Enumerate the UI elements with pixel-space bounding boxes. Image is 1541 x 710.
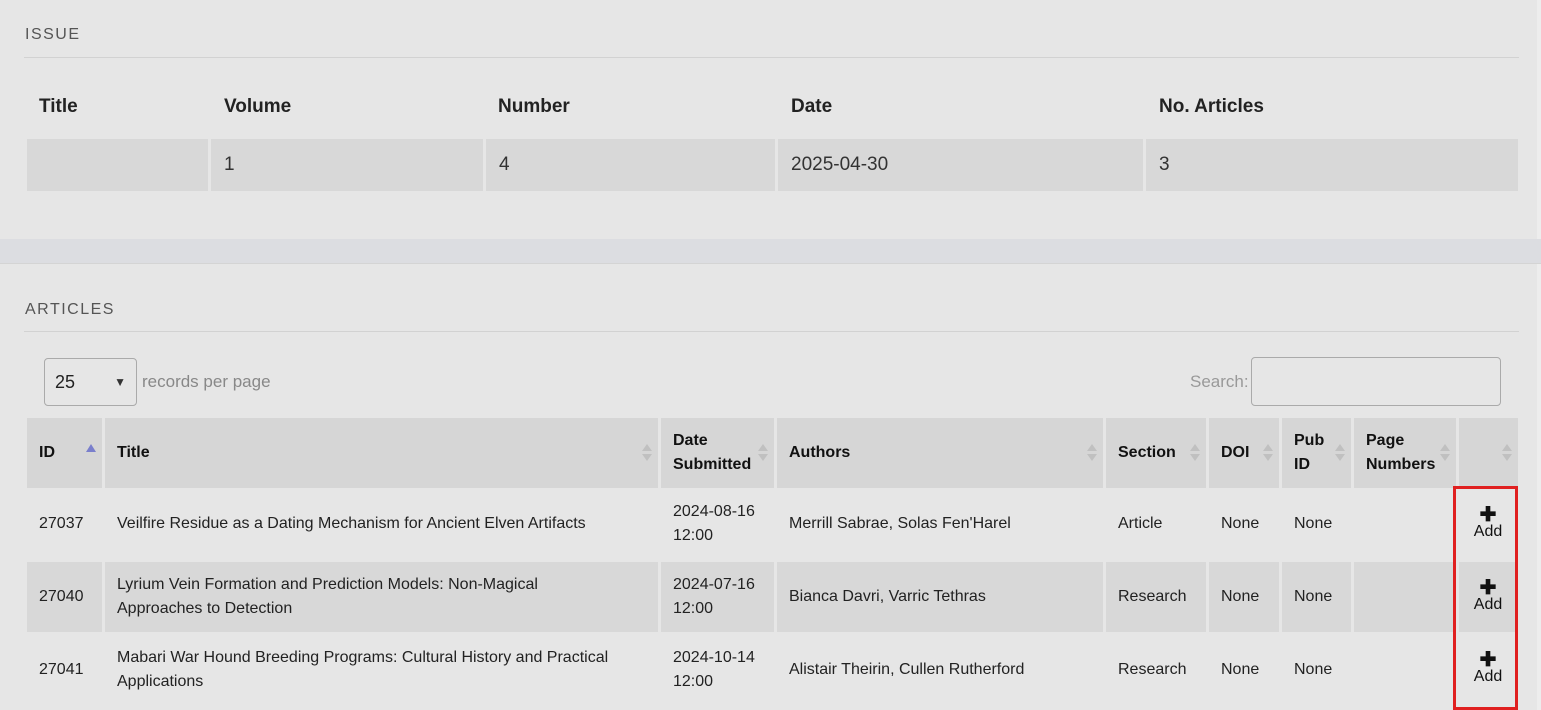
cell-doi: None <box>1221 515 1260 532</box>
issue-volume-cell: 1 <box>211 139 483 191</box>
cell-id: 27040 <box>27 562 102 632</box>
sort-icon <box>1087 444 1097 462</box>
col-header-authors[interactable]: Authors <box>777 418 1103 488</box>
col-header-id[interactable]: ID <box>27 418 102 488</box>
issue-title-cell <box>27 139 208 191</box>
sort-ascending-icon <box>86 444 96 452</box>
cell-section: Research <box>1106 562 1206 632</box>
col-header-date-submitted[interactable]: Date Submitted <box>661 418 774 488</box>
cell-page-numbers <box>1354 488 1456 560</box>
col-header-pubid-label: Pub ID <box>1294 432 1325 473</box>
cell-title: Veilfire Residue as a Dating Mechanism f… <box>117 515 586 532</box>
articles-heading: ARTICLES <box>25 301 115 318</box>
articles-divider <box>24 331 1519 332</box>
issue-divider <box>24 57 1519 58</box>
page-size-select[interactable]: 25 ▼ <box>44 358 137 406</box>
col-header-doi[interactable]: DOI <box>1209 418 1279 488</box>
col-header-title-label: Title <box>117 444 150 461</box>
page-size-value: 25 <box>55 372 76 392</box>
sort-icon <box>1502 444 1512 462</box>
cell-section: Research <box>1118 661 1187 678</box>
issue-heading: ISSUE <box>25 26 81 43</box>
col-header-pub-id[interactable]: Pub ID <box>1282 418 1351 488</box>
records-per-page-label: records per page <box>142 372 271 391</box>
highlight-box <box>1453 486 1518 710</box>
sort-icon <box>1263 444 1273 462</box>
cell-id: 27037 <box>39 515 84 532</box>
cell-section: Article <box>1118 515 1163 532</box>
issue-col-date: Date <box>791 96 833 117</box>
sort-icon <box>642 444 652 462</box>
page-edge <box>1537 0 1541 710</box>
cell-pub-id: None <box>1294 661 1333 678</box>
col-header-doi-label: DOI <box>1221 444 1250 461</box>
sort-icon <box>1440 444 1450 462</box>
col-header-actions[interactable] <box>1459 418 1518 488</box>
col-header-date-label: Date Submitted <box>673 432 752 473</box>
cell-doi: None <box>1221 661 1260 678</box>
search-input[interactable] <box>1251 357 1501 406</box>
search-label: Search: <box>1190 372 1249 391</box>
cell-date: 2024-10-14 12:00 <box>673 649 755 690</box>
cell-doi: None <box>1209 562 1279 632</box>
issue-number-cell: 4 <box>486 139 775 191</box>
issue-articles-cell: 3 <box>1146 139 1518 191</box>
cell-title: Lyrium Vein Formation and Prediction Mod… <box>105 562 658 632</box>
section-separator <box>0 239 1541 264</box>
sort-icon <box>1335 444 1345 462</box>
col-header-section-label: Section <box>1118 444 1176 461</box>
cell-page-numbers <box>1354 634 1456 706</box>
col-header-pages-label: Page Numbers <box>1366 432 1436 473</box>
col-header-section[interactable]: Section <box>1106 418 1206 488</box>
issue-col-number: Number <box>498 96 570 117</box>
issue-date-cell: 2025-04-30 <box>778 139 1143 191</box>
cell-date: 2024-07-16 12:00 <box>661 562 774 632</box>
cell-title: Mabari War Hound Breeding Programs: Cult… <box>117 649 609 690</box>
sort-icon <box>758 444 768 462</box>
col-header-page-numbers[interactable]: Page Numbers <box>1354 418 1456 488</box>
col-header-authors-label: Authors <box>789 444 851 461</box>
issue-col-volume: Volume <box>224 96 292 117</box>
sort-icon <box>1190 444 1200 462</box>
col-header-id-label: ID <box>39 444 55 461</box>
cell-pub-id: None <box>1282 562 1351 632</box>
cell-page-numbers <box>1354 562 1456 632</box>
cell-authors: Alistair Theirin, Cullen Rutherford <box>789 661 1025 678</box>
issue-col-title: Title <box>39 96 78 117</box>
cell-authors: Bianca Davri, Varric Tethras <box>777 562 1103 632</box>
cell-authors: Merrill Sabrae, Solas Fen'Harel <box>789 515 1011 532</box>
issue-row: 1 4 2025-04-30 3 <box>27 139 1518 191</box>
cell-id: 27041 <box>39 661 84 678</box>
col-header-title[interactable]: Title <box>105 418 658 488</box>
cell-date: 2024-08-16 12:00 <box>673 503 755 544</box>
issue-col-articles: No. Articles <box>1159 96 1264 117</box>
chevron-down-icon: ▼ <box>114 375 126 389</box>
cell-pub-id: None <box>1294 515 1333 532</box>
